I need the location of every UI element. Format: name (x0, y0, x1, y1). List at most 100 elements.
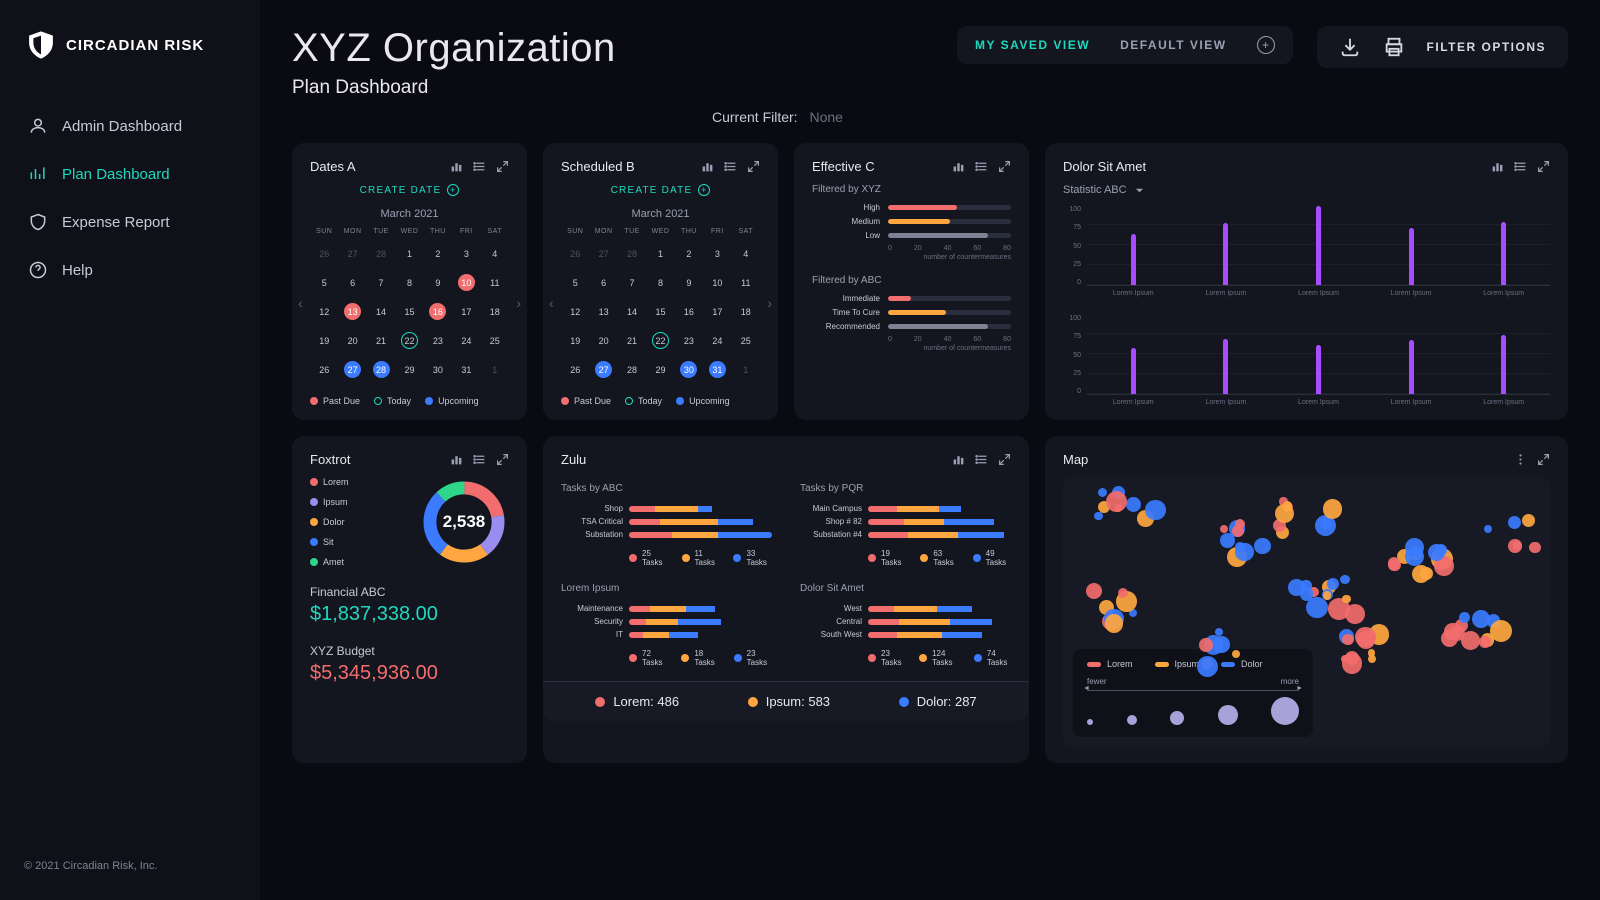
list-icon[interactable] (1514, 160, 1527, 173)
cal-day[interactable]: 5 (561, 270, 589, 295)
cal-day[interactable]: 23 (424, 328, 452, 353)
cal-next-icon[interactable]: › (516, 295, 521, 311)
filter-options-button[interactable]: FILTER OPTIONS (1427, 40, 1546, 54)
cal-day[interactable]: 16 (424, 299, 452, 324)
cal-day[interactable]: 25 (481, 328, 509, 353)
cal-day[interactable]: 23 (675, 328, 703, 353)
add-view-button[interactable]: + (1257, 36, 1275, 54)
cal-day[interactable]: 20 (338, 328, 366, 353)
cal-day[interactable]: 30 (675, 357, 703, 382)
cal-day[interactable]: 2 (675, 241, 703, 266)
chart-icon[interactable] (450, 160, 463, 173)
cal-day[interactable]: 13 (589, 299, 617, 324)
cal-day[interactable]: 28 (618, 357, 646, 382)
cal-day[interactable]: 10 (452, 270, 480, 295)
more-icon[interactable] (1514, 453, 1527, 466)
download-icon[interactable] (1339, 36, 1361, 58)
sidebar-item-expense-report[interactable]: Expense Report (24, 198, 236, 246)
cal-day[interactable]: 15 (395, 299, 423, 324)
expand-icon[interactable] (998, 160, 1011, 173)
cal-day[interactable]: 7 (367, 270, 395, 295)
cal-day[interactable]: 3 (703, 241, 731, 266)
cal-day[interactable]: 26 (561, 357, 589, 382)
cal-day[interactable]: 4 (481, 241, 509, 266)
cal-day[interactable]: 13 (338, 299, 366, 324)
cal-day[interactable]: 25 (732, 328, 760, 353)
cal-day[interactable]: 4 (732, 241, 760, 266)
expand-icon[interactable] (747, 160, 760, 173)
cal-day[interactable]: 29 (646, 357, 674, 382)
list-icon[interactable] (975, 453, 988, 466)
cal-day[interactable]: 31 (703, 357, 731, 382)
cal-day[interactable]: 24 (452, 328, 480, 353)
sidebar-item-admin-dashboard[interactable]: Admin Dashboard (24, 102, 236, 150)
cal-day[interactable]: 3 (452, 241, 480, 266)
list-icon[interactable] (724, 160, 737, 173)
cal-day[interactable]: 8 (646, 270, 674, 295)
chart-icon[interactable] (952, 160, 965, 173)
cal-day[interactable]: 17 (452, 299, 480, 324)
cal-prev-icon[interactable]: ‹ (549, 295, 554, 311)
cal-day[interactable]: 6 (338, 270, 366, 295)
cal-day[interactable]: 17 (703, 299, 731, 324)
cal-day[interactable]: 11 (481, 270, 509, 295)
chart-icon[interactable] (701, 160, 714, 173)
cal-next-icon[interactable]: › (767, 295, 772, 311)
create-date-button[interactable]: CREATE DATE+ (310, 184, 509, 196)
expand-icon[interactable] (1537, 160, 1550, 173)
print-icon[interactable] (1383, 36, 1405, 58)
tab-my-saved-view[interactable]: MY SAVED VIEW (975, 38, 1090, 52)
cal-day[interactable]: 12 (561, 299, 589, 324)
cal-day[interactable]: 18 (732, 299, 760, 324)
cal-day[interactable]: 12 (310, 299, 338, 324)
expand-icon[interactable] (496, 160, 509, 173)
cal-day[interactable]: 26 (310, 357, 338, 382)
cal-day[interactable]: 14 (618, 299, 646, 324)
cal-day[interactable]: 9 (675, 270, 703, 295)
cal-day[interactable]: 19 (561, 328, 589, 353)
cal-day[interactable]: 11 (732, 270, 760, 295)
cal-day[interactable]: 16 (675, 299, 703, 324)
cal-day[interactable]: 21 (618, 328, 646, 353)
cal-day[interactable]: 10 (703, 270, 731, 295)
sidebar-item-plan-dashboard[interactable]: Plan Dashboard (24, 150, 236, 198)
statistic-dropdown[interactable]: Statistic ABC (1063, 184, 1550, 196)
create-date-button[interactable]: CREATE DATE+ (561, 184, 760, 196)
cal-day[interactable]: 22 (395, 328, 423, 353)
expand-icon[interactable] (998, 453, 1011, 466)
expand-icon[interactable] (1537, 453, 1550, 466)
cal-day[interactable]: 27 (589, 241, 617, 266)
cal-day[interactable]: 29 (395, 357, 423, 382)
cal-day[interactable]: 1 (732, 357, 760, 382)
cal-day[interactable]: 28 (618, 241, 646, 266)
cal-day[interactable]: 2 (424, 241, 452, 266)
cal-day[interactable]: 20 (589, 328, 617, 353)
cal-day[interactable]: 18 (481, 299, 509, 324)
list-icon[interactable] (975, 160, 988, 173)
cal-day[interactable]: 1 (646, 241, 674, 266)
cal-day[interactable]: 28 (367, 357, 395, 382)
tab-default-view[interactable]: DEFAULT VIEW (1120, 38, 1226, 52)
cal-day[interactable]: 31 (452, 357, 480, 382)
chart-icon[interactable] (952, 453, 965, 466)
cal-prev-icon[interactable]: ‹ (298, 295, 303, 311)
cal-day[interactable]: 24 (703, 328, 731, 353)
chart-icon[interactable] (450, 453, 463, 466)
expand-icon[interactable] (496, 453, 509, 466)
cal-day[interactable]: 9 (424, 270, 452, 295)
cal-day[interactable]: 26 (310, 241, 338, 266)
cal-day[interactable]: 5 (310, 270, 338, 295)
cal-day[interactable]: 30 (424, 357, 452, 382)
cal-day[interactable]: 8 (395, 270, 423, 295)
cal-day[interactable]: 19 (310, 328, 338, 353)
cal-day[interactable]: 14 (367, 299, 395, 324)
bubble-map[interactable]: Lorem Ipsum Dolor fewermore (1063, 477, 1550, 747)
cal-day[interactable]: 6 (589, 270, 617, 295)
cal-day[interactable]: 26 (561, 241, 589, 266)
cal-day[interactable]: 1 (395, 241, 423, 266)
cal-day[interactable]: 7 (618, 270, 646, 295)
cal-day[interactable]: 27 (338, 357, 366, 382)
sidebar-item-help[interactable]: Help (24, 246, 236, 294)
cal-day[interactable]: 27 (589, 357, 617, 382)
chart-icon[interactable] (1491, 160, 1504, 173)
